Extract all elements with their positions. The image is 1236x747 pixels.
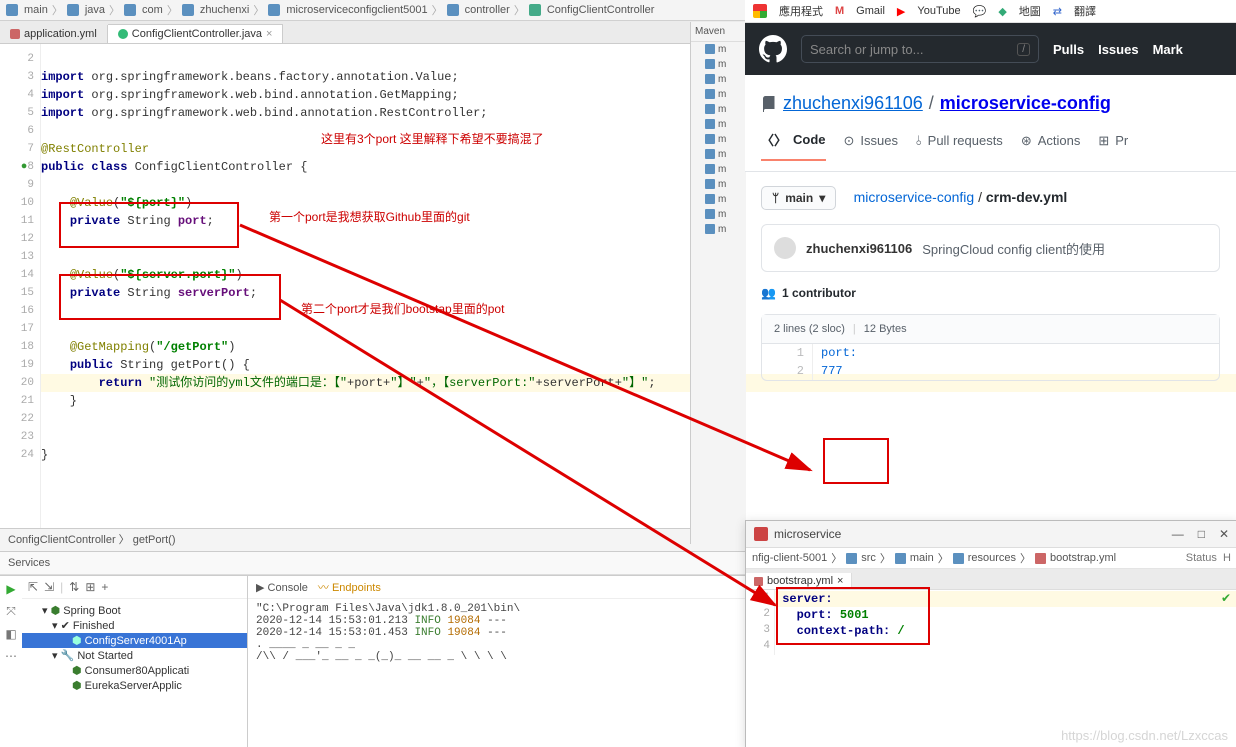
- tool-icon[interactable]: ◧: [5, 627, 16, 641]
- tool-icon[interactable]: ⋯: [5, 649, 17, 663]
- expand-icon[interactable]: ⇱: [28, 580, 38, 594]
- github-search[interactable]: Search or jump to.../: [801, 35, 1039, 63]
- services-panel-title: Services: [8, 557, 50, 569]
- nav-pulls[interactable]: Pulls: [1053, 42, 1084, 57]
- close-icon[interactable]: ×: [266, 28, 272, 40]
- highlight-box-github: [823, 438, 889, 484]
- gmail-icon[interactable]: M: [835, 5, 844, 17]
- github-header: Search or jump to.../ Pulls Issues Mark: [745, 23, 1236, 75]
- translate-icon[interactable]: ⇄: [1053, 5, 1062, 18]
- crumb[interactable]: microserviceconfigclient5001: [286, 4, 427, 16]
- annotation-top: 这里有3个port 这里解释下希望不要搞混了: [321, 130, 544, 147]
- repo-title: zhuchenxi961106 / microservice-config: [761, 93, 1220, 114]
- highlight-box-2: [59, 274, 281, 320]
- nav-marketplace[interactable]: Mark: [1153, 42, 1183, 57]
- github-logo-icon[interactable]: [759, 35, 787, 63]
- tab-configclientcontroller[interactable]: ConfigClientController.java×: [108, 24, 284, 43]
- browser-bookmarks: 應用程式 MGmail ▶YouTube 💬 ◆地圖 ⇄翻譯: [745, 0, 1236, 23]
- highlight-box-1: [59, 202, 239, 248]
- file-path: microservice-config / crm-dev.yml: [854, 189, 1068, 205]
- collapse-icon[interactable]: ⇲: [44, 580, 54, 594]
- watermark: https://blog.csdn.net/Lzxccas: [1061, 728, 1228, 743]
- annotation-2: 第二个port才是我们bootstap里面的pot: [301, 300, 504, 317]
- maven-title: Maven: [691, 22, 746, 42]
- console-tab[interactable]: ▶ Console: [256, 581, 308, 594]
- tab-actions[interactable]: ⊛ Actions: [1021, 130, 1081, 161]
- app-icon: [754, 527, 768, 541]
- close-icon[interactable]: ×: [837, 575, 843, 587]
- app-icon[interactable]: 💬: [973, 5, 987, 18]
- filter-icon[interactable]: ⇅: [69, 580, 79, 594]
- tab-issues[interactable]: ⊙ Issues: [844, 130, 898, 161]
- youtube-icon[interactable]: ▶: [897, 5, 905, 18]
- close-icon[interactable]: ✕: [1219, 527, 1229, 541]
- maven-panel[interactable]: Maven mmmmmmmmmmmmm: [690, 22, 746, 544]
- maximize-icon[interactable]: □: [1198, 527, 1205, 541]
- crumb[interactable]: ConfigClientController: [547, 4, 655, 16]
- highlight-box-bootstrap: [776, 587, 930, 645]
- branch-selector[interactable]: ᛘ main ▾: [761, 186, 836, 210]
- window-title: microservice: [774, 527, 841, 541]
- run-icon[interactable]: ▶: [6, 582, 15, 596]
- file-viewer: 2 lines (2 sloc)|12 Bytes 1port: 2777: [761, 314, 1220, 381]
- tab-pullrequests[interactable]: ⫰ Pull requests: [916, 130, 1003, 161]
- endpoints-tab[interactable]: 〰 Endpoints: [318, 579, 381, 595]
- services-toolbar: ⇱ ⇲ | ⇅ ⊞ +: [22, 576, 247, 599]
- annotation-1: 第一个port是我想获取Github里面的git: [269, 208, 470, 225]
- crumb[interactable]: java: [85, 4, 105, 16]
- group-icon[interactable]: ⊞: [85, 580, 95, 594]
- minimize-icon[interactable]: —: [1172, 527, 1184, 541]
- line-gutter: 234567●89101112131415161718192021222324: [0, 44, 41, 528]
- ide2-breadcrumbs: nfig-client-5001〉 src〉 main〉 resources〉 …: [746, 548, 1236, 569]
- crumb[interactable]: zhuchenxi: [200, 4, 250, 16]
- check-icon: ✔: [1221, 591, 1231, 605]
- add-icon[interactable]: +: [101, 580, 108, 594]
- ide2-window: microservice — □ ✕ nfig-client-5001〉 src…: [745, 520, 1236, 747]
- contributors[interactable]: 👥 1 contributor: [761, 286, 1220, 300]
- nav-issues[interactable]: Issues: [1098, 42, 1138, 57]
- crumb[interactable]: controller: [465, 4, 510, 16]
- maps-icon[interactable]: ◆: [998, 5, 1006, 18]
- repo-icon: [761, 96, 777, 112]
- services-tree[interactable]: ▾ ⬢ Spring Boot ▾ ✔ Finished ⬢ ConfigSer…: [22, 599, 247, 747]
- apps-icon[interactable]: [753, 4, 767, 18]
- avatar: [774, 237, 796, 259]
- crumb[interactable]: main: [24, 4, 48, 16]
- commit-row[interactable]: zhuchenxi961106 SpringCloud config clien…: [761, 224, 1220, 272]
- tab-code[interactable]: 〈〉Code: [761, 130, 826, 161]
- tab-projects[interactable]: ⊞ Pr: [1098, 130, 1128, 161]
- repo-tabs: 〈〉Code ⊙ Issues ⫰ Pull requests ⊛ Action…: [761, 130, 1220, 161]
- tab-application-yml[interactable]: application.yml: [0, 25, 108, 43]
- tool-icon[interactable]: ⤧: [6, 604, 16, 619]
- crumb[interactable]: com: [142, 4, 163, 16]
